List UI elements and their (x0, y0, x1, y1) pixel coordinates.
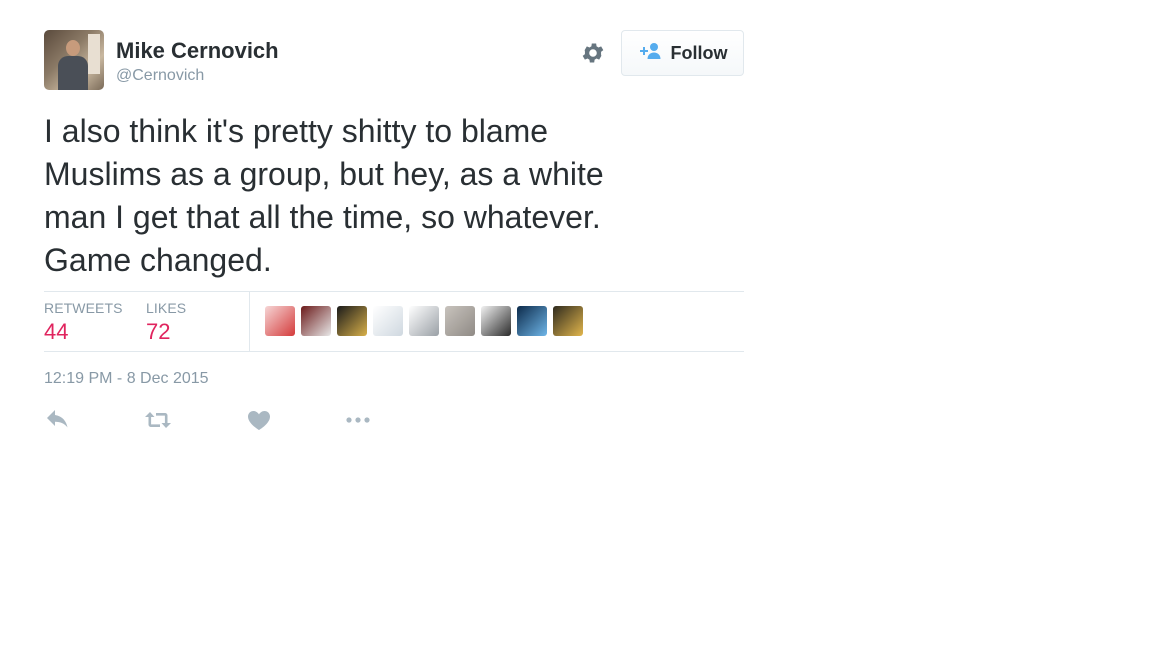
liker-avatar-1[interactable] (265, 306, 295, 336)
liker-avatar-3[interactable] (337, 306, 367, 336)
stats-divider (249, 292, 250, 351)
liker-avatar-2[interactable] (301, 306, 331, 336)
liker-avatar-6[interactable] (445, 306, 475, 336)
likes-label: LIKES (146, 300, 187, 316)
liker-avatar-7[interactable] (481, 306, 511, 336)
liker-avatar-8[interactable] (517, 306, 547, 336)
retweets-label: RETWEETS (44, 300, 123, 316)
avatar[interactable] (44, 30, 104, 90)
user-name[interactable]: Mike Cernovich (116, 38, 279, 64)
follow-button[interactable]: Follow (621, 30, 744, 76)
likes-count: 72 (146, 319, 171, 344)
user-handle[interactable]: @Cernovich (116, 67, 204, 85)
gear-icon[interactable] (580, 40, 606, 66)
avatar-figure-body (58, 56, 88, 90)
liker-avatar-9[interactable] (553, 306, 583, 336)
retweets-count: 44 (44, 319, 69, 344)
avatar-figure-head (66, 40, 80, 56)
add-person-icon (638, 42, 662, 65)
tweet-timestamp[interactable]: 12:19 PM - 8 Dec 2015 (44, 370, 209, 388)
likes-stat[interactable]: LIKES 72 (146, 300, 186, 345)
reply-icon[interactable] (44, 407, 72, 433)
follow-button-label: Follow (670, 42, 728, 63)
tweet-stats: RETWEETS 44 LIKES 72 (44, 291, 744, 352)
retweet-icon[interactable] (144, 407, 172, 433)
liker-avatars (265, 306, 583, 336)
liker-avatar-5[interactable] (409, 306, 439, 336)
like-icon[interactable] (245, 407, 273, 433)
avatar-background (88, 34, 100, 74)
liker-avatar-4[interactable] (373, 306, 403, 336)
retweets-stat[interactable]: RETWEETS 44 (44, 300, 123, 345)
tweet-text: I also think it's pretty shitty to blame… (44, 113, 604, 278)
more-icon[interactable] (344, 407, 372, 433)
